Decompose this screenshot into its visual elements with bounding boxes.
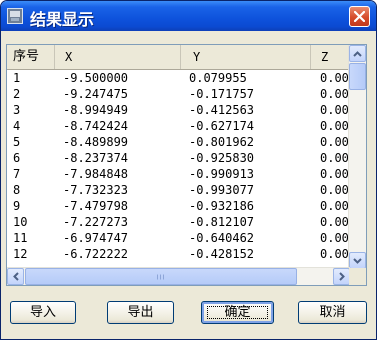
table-row[interactable]: 5 -8.489899 -0.801962 0.00 <box>7 134 350 150</box>
cell-index: 12 <box>13 247 28 261</box>
focus-outline <box>207 306 268 319</box>
cell-z: 0.00 <box>320 119 349 133</box>
cell-y: 0.079955 <box>189 71 247 85</box>
cell-x: -8.489899 <box>63 135 129 149</box>
grid-header: 序号 X Y Z <box>7 45 350 70</box>
cell-index: 11 <box>13 231 28 245</box>
cell-x: -8.237374 <box>63 151 129 165</box>
table-row[interactable]: 2 -9.247475 -0.171757 0.00 <box>7 86 350 102</box>
vertical-scrollbar[interactable] <box>348 45 366 269</box>
cell-y: -0.412563 <box>189 103 255 117</box>
ok-button[interactable]: 确定 <box>201 301 274 324</box>
horizontal-scrollbar[interactable] <box>7 267 350 285</box>
cell-index: 7 <box>13 167 21 181</box>
cell-y: -0.428152 <box>189 247 255 261</box>
close-button[interactable] <box>349 6 370 27</box>
cell-z: 0.00 <box>320 231 349 245</box>
vertical-scroll-thumb[interactable] <box>349 63 366 90</box>
cell-y: -0.627174 <box>189 119 255 133</box>
import-button[interactable]: 导入 <box>10 301 76 324</box>
scroll-right-arrow-icon <box>338 272 345 281</box>
app-window-icon <box>7 8 23 24</box>
table-row[interactable]: 8 -7.732323 -0.993077 0.00 <box>7 182 350 198</box>
table-row[interactable]: 1 -9.500000 0.079955 0.00 <box>7 70 350 86</box>
scroll-left-arrow-icon <box>12 272 19 281</box>
cell-z: 0.00 <box>320 183 349 197</box>
column-header-x[interactable]: X <box>55 45 181 69</box>
window-title: 结果显示 <box>30 10 95 29</box>
cell-z: 0.00 <box>320 71 349 85</box>
cell-index: 9 <box>13 199 21 213</box>
cell-x: -7.984848 <box>63 167 129 181</box>
cell-x: -9.247475 <box>63 87 129 101</box>
cell-index: 6 <box>13 151 21 165</box>
cell-index: 10 <box>13 215 28 229</box>
table-row[interactable]: 3 -8.994949 -0.412563 0.00 <box>7 102 350 118</box>
title-bar[interactable]: 结果显示 <box>1 1 376 31</box>
cancel-button[interactable]: 取消 <box>298 301 367 324</box>
cell-x: -7.732323 <box>63 183 129 197</box>
table-row[interactable]: 12 -6.722222 -0.428152 0.00 <box>7 246 350 262</box>
cell-index: 1 <box>13 71 21 85</box>
cell-z: 0.00 <box>320 87 349 101</box>
cell-y: -0.801962 <box>189 135 255 149</box>
close-icon <box>354 11 365 22</box>
result-grid[interactable]: 序号 X Y Z 1 -9.500000 0.079955 0.00 2 -9.… <box>6 44 367 286</box>
scroll-left-button[interactable] <box>7 268 24 285</box>
result-dialog: 结果显示 序号 X Y Z 1 -9.500000 0.079955 0.00 … <box>0 0 377 340</box>
cell-z: 0.00 <box>320 167 349 181</box>
cell-x: -9.500000 <box>63 71 129 85</box>
column-header-y[interactable]: Y <box>181 45 311 69</box>
cell-z: 0.00 <box>320 215 349 229</box>
cell-y: -0.640462 <box>189 231 255 245</box>
scroll-corner <box>349 268 366 285</box>
cell-y: -0.171757 <box>189 87 255 101</box>
scroll-up-button[interactable] <box>349 45 366 62</box>
cell-z: 0.00 <box>320 135 349 149</box>
column-header-z[interactable]: Z <box>311 45 351 69</box>
cell-z: 0.00 <box>320 247 349 261</box>
cell-x: -7.479798 <box>63 199 129 213</box>
cell-index: 2 <box>13 87 21 101</box>
cell-x: -8.742424 <box>63 119 129 133</box>
table-row[interactable]: 6 -8.237374 -0.925830 0.00 <box>7 150 350 166</box>
cell-index: 8 <box>13 183 21 197</box>
cell-x: -6.974747 <box>63 231 129 245</box>
export-button[interactable]: 导出 <box>107 301 174 324</box>
cell-z: 0.00 <box>320 199 349 213</box>
column-header-index[interactable]: 序号 <box>7 45 55 69</box>
table-row[interactable]: 7 -7.984848 -0.990913 0.00 <box>7 166 350 182</box>
scroll-right-button[interactable] <box>333 268 350 285</box>
cell-x: -7.227273 <box>63 215 129 229</box>
cell-y: -0.990913 <box>189 167 255 181</box>
table-row[interactable]: 11 -6.974747 -0.640462 0.00 <box>7 230 350 246</box>
table-row[interactable]: 4 -8.742424 -0.627174 0.00 <box>7 118 350 134</box>
cell-x: -6.722222 <box>63 247 129 261</box>
cell-index: 4 <box>13 119 21 133</box>
cell-index: 5 <box>13 135 21 149</box>
cell-index: 3 <box>13 103 21 117</box>
scroll-down-button[interactable] <box>349 252 366 269</box>
table-row[interactable]: 9 -7.479798 -0.932186 0.00 <box>7 198 350 214</box>
cell-y: -0.925830 <box>189 151 255 165</box>
cell-y: -0.932186 <box>189 199 255 213</box>
grip-icon <box>157 274 164 279</box>
horizontal-scroll-thumb[interactable] <box>25 268 297 285</box>
cell-y: -0.812107 <box>189 215 255 229</box>
cell-y: -0.993077 <box>189 183 255 197</box>
scroll-down-arrow-icon <box>353 257 362 264</box>
cell-z: 0.00 <box>320 151 349 165</box>
cell-z: 0.00 <box>320 103 349 117</box>
scroll-up-arrow-icon <box>353 50 362 57</box>
table-row[interactable]: 10 -7.227273 -0.812107 0.00 <box>7 214 350 230</box>
grid-rows: 1 -9.500000 0.079955 0.00 2 -9.247475 -0… <box>7 70 350 270</box>
cell-x: -8.994949 <box>63 103 129 117</box>
